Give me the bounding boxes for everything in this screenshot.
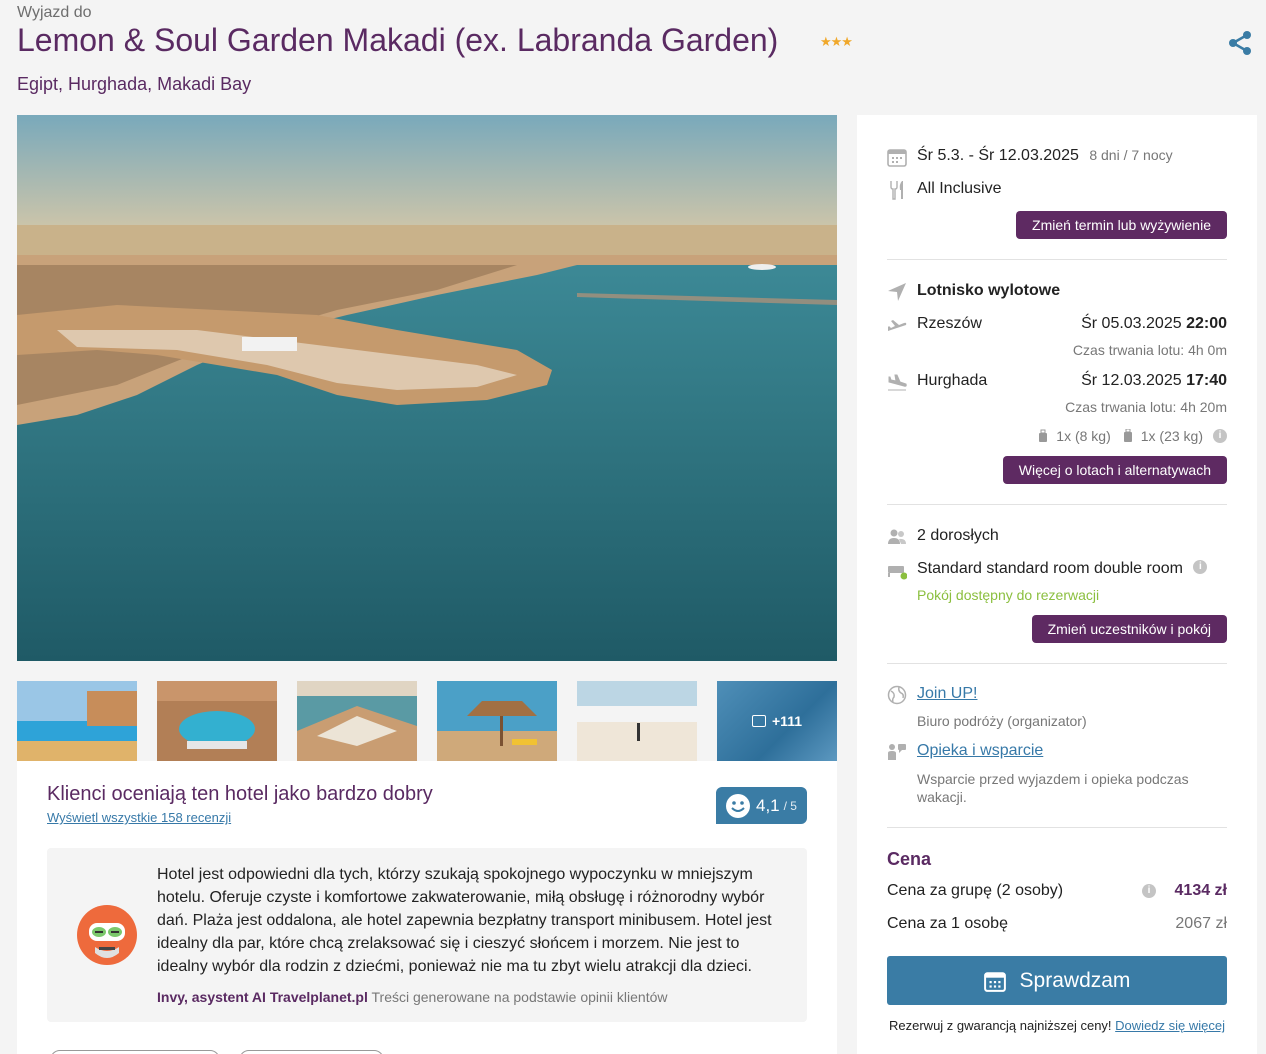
trip-dates: Śr 5.3. - Śr 12.03.2025 — [917, 147, 1079, 164]
ai-signature: Invy, asystent AI Travelplanet.pl Treści… — [157, 989, 667, 1005]
room-section: 2 dorosłych Standard standard room doubl… — [887, 527, 1227, 647]
check-availability-button[interactable]: Sprawdzam — [887, 956, 1227, 1005]
share-icon[interactable] — [1227, 30, 1253, 56]
return-flight-duration: Czas trwania lotu: 4h 20m — [1065, 399, 1227, 415]
ai-assistant-avatar-icon — [77, 905, 137, 965]
thumbnail-beach-walkway[interactable] — [577, 681, 697, 761]
support-link[interactable]: Opieka i wsparcie — [917, 742, 1043, 760]
more-photos-button[interactable]: +111 — [717, 681, 837, 761]
globe-icon — [887, 685, 907, 705]
calendar-icon — [887, 149, 907, 167]
hotel-main-photo[interactable] — [17, 115, 837, 661]
board-type: All Inclusive — [917, 180, 1002, 197]
room-type-row: Standard standard room double room i — [917, 560, 1208, 578]
luggage-info: 1x (8 kg) 1x (23 kg) i — [1038, 428, 1227, 444]
image-icon — [752, 715, 766, 727]
organizer-link[interactable]: Join UP! — [917, 685, 977, 703]
price-info-icon[interactable]: i — [1142, 883, 1157, 898]
price-guarantee: Rezerwuj z gwarancją najniższej ceny! Do… — [887, 1016, 1227, 1035]
room-info-icon[interactable]: i — [1193, 560, 1208, 574]
divider — [887, 827, 1227, 828]
flights-section: Lotnisko wylotowe Rzeszów Śr 05.03.2025 … — [887, 280, 1227, 490]
hotel-location: Egipt, Hurghada, Makadi Bay — [17, 74, 252, 94]
price-title: Cena — [887, 849, 932, 869]
cutlery-icon — [890, 181, 903, 200]
reviews-panel: Klienci oceniają ten hotel jako bardzo d… — [17, 761, 837, 1054]
smiley-icon — [726, 793, 750, 818]
ai-note: Treści generowane na podstawie opinii kl… — [371, 989, 668, 1005]
travellers: 2 dorosłych — [917, 527, 999, 544]
outbound-datetime: Śr 05.03.2025 22:00 — [1081, 315, 1227, 333]
ai-summary-box: Hotel jest odpowiedni dla tych, którzy s… — [47, 848, 807, 1022]
photo-thumbnails: +111 — [17, 681, 837, 761]
thumbnail-resort-aerial[interactable] — [157, 681, 277, 761]
change-date-button[interactable]: Zmień termin lub wyżywienie — [1016, 211, 1227, 239]
group-price-label: Cena za grupę (2 osoby) — [887, 882, 1064, 899]
organizer-section: Join UP! Biuro podróży (organizator) Opi… — [887, 685, 1227, 810]
more-photos-count: +111 — [772, 713, 802, 729]
support-agent-icon — [888, 744, 906, 760]
divider — [887, 663, 1227, 664]
divider — [887, 504, 1227, 505]
divider — [887, 259, 1227, 260]
booking-sidebar: Śr 5.3. - Śr 12.03.2025 8 dni / 7 nocy A… — [857, 115, 1257, 1054]
outbound-flight-duration: Czas trwania lotu: 4h 0m — [1072, 342, 1227, 358]
rating-score: 4,1 — [756, 795, 780, 815]
reviews-title: Klienci oceniają ten hotel jako bardzo d… — [47, 783, 433, 805]
change-room-button[interactable]: Zmień uczestników i pokój — [1031, 615, 1227, 643]
group-price-row: i 4134 zł — [1142, 882, 1227, 900]
people-icon — [888, 529, 906, 544]
airport-title: Lotnisko wylotowe — [917, 282, 1061, 299]
ai-author: Invy, asystent AI Travelplanet.pl — [157, 989, 368, 1005]
calendar-icon — [983, 971, 1006, 992]
bed-icon — [888, 566, 907, 580]
plane-takeoff-icon — [888, 320, 907, 331]
thumbnail-pool[interactable] — [17, 681, 137, 761]
review-filter-chip[interactable] — [50, 1050, 220, 1054]
organizer-description: Biuro podróży (organizator) — [917, 713, 1087, 729]
trip-dates-row: Śr 5.3. - Śr 12.03.2025 8 dni / 7 nocy — [917, 147, 1173, 165]
hand-luggage-icon — [1039, 429, 1048, 442]
guarantee-text: Rezerwuj z gwarancją najniższej ceny! — [889, 1018, 1112, 1033]
plane-landing-icon — [888, 374, 907, 391]
trip-to-label: Wyjazd do — [17, 4, 92, 21]
thumbnail-beach-aerial[interactable] — [297, 681, 417, 761]
flights-more-button[interactable]: Więcej o lotach i alternatywach — [1002, 456, 1227, 484]
guarantee-link[interactable]: Dowiedz się więcej — [1115, 1018, 1225, 1033]
check-button-label: Sprawdzam — [1019, 968, 1131, 992]
person-price-label: Cena za 1 osobę — [887, 915, 1008, 932]
checked-luggage: 1x (23 kg) — [1140, 428, 1203, 444]
outbound-date: Śr 05.03.2025 — [1081, 315, 1182, 332]
rating-badge[interactable]: 4,1 / 5 — [716, 787, 807, 824]
return-city: Hurghada — [917, 372, 988, 389]
navigation-arrow-icon — [888, 283, 906, 301]
all-reviews-link[interactable]: Wyświetl wszystkie 158 recenzji — [47, 810, 231, 825]
person-price: 2067 zł — [1175, 915, 1227, 932]
return-date: Śr 12.03.2025 — [1081, 372, 1182, 389]
dates-section: Śr 5.3. - Śr 12.03.2025 8 dni / 7 nocy A… — [887, 145, 1227, 245]
room-availability: Pokój dostępny do rezerwacji — [917, 587, 1100, 603]
outbound-city: Rzeszów — [917, 315, 982, 332]
hotel-stars: ★★★ — [820, 34, 853, 49]
suitcase-icon — [1123, 429, 1132, 442]
group-price: 4134 zł — [1174, 882, 1227, 899]
return-datetime: Śr 12.03.2025 17:40 — [1081, 372, 1227, 390]
room-type: Standard standard room double room — [917, 560, 1183, 577]
ai-summary-text: Hotel jest odpowiedni dla tych, którzy s… — [157, 866, 772, 975]
return-time: 17:40 — [1186, 372, 1227, 389]
price-section: Cena Cena za grupę (2 osoby) i 4134 zł C… — [887, 849, 1227, 939]
thumbnail-beach-umbrella[interactable] — [437, 681, 557, 761]
hotel-title: Lemon & Soul Garden Makadi (ex. Labranda… — [17, 22, 779, 58]
luggage-info-icon[interactable]: i — [1213, 429, 1227, 443]
review-filter-chip[interactable] — [239, 1050, 384, 1054]
hand-luggage: 1x (8 kg) — [1056, 428, 1111, 444]
outbound-time: 22:00 — [1186, 315, 1227, 332]
rating-max: / 5 — [783, 798, 797, 813]
support-description: Wsparcie przed wyjazdem i opieka podczas… — [917, 771, 1189, 805]
trip-duration: 8 dni / 7 nocy — [1089, 147, 1173, 163]
